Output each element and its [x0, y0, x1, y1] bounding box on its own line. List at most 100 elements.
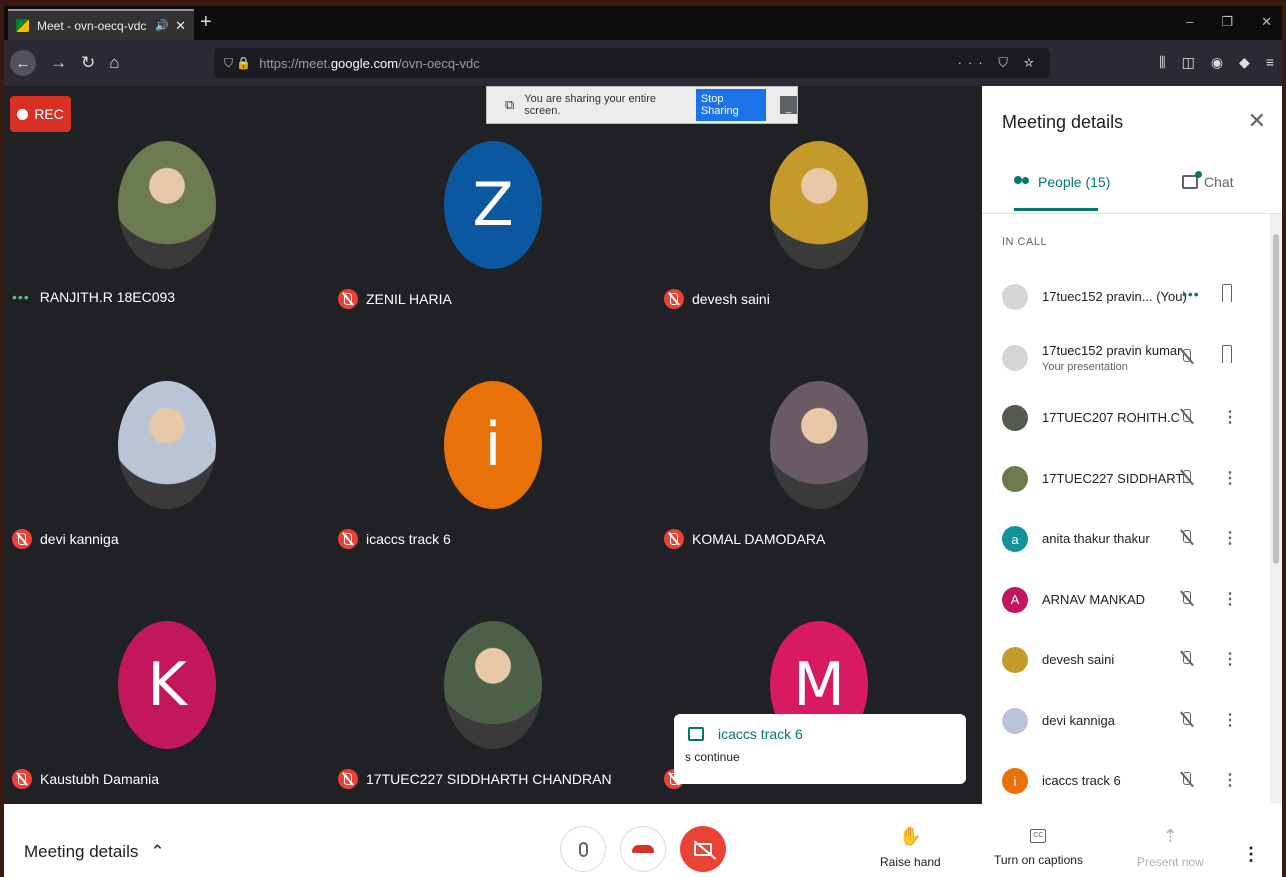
back-icon[interactable]: ← [10, 50, 36, 76]
meeting-details-label: Meeting details [24, 842, 139, 861]
muted-mic-icon[interactable] [1178, 468, 1196, 488]
muted-mic-icon [12, 529, 32, 549]
muted-mic-icon [338, 769, 358, 789]
raise-hand-button[interactable]: ✋ Raise hand [880, 826, 941, 869]
participant-row[interactable]: 17tuec152 pravin... (You) ••• [982, 266, 1268, 327]
participant-row[interactable]: i icaccs track 6 ⋮ [982, 750, 1268, 811]
library-icon[interactable]: ⫼ [1159, 54, 1165, 71]
tile-name: 17TUEC227 SIDDHARTH CHANDRAN [338, 769, 612, 789]
muted-mic-icon[interactable] [1178, 710, 1196, 730]
video-tile[interactable]: Z ZENIL HARIA [330, 86, 656, 326]
close-tab-icon[interactable]: ✕ [175, 18, 186, 34]
more-options-icon[interactable]: ⋮ [1222, 770, 1238, 790]
menu-icon[interactable]: ≡ [1266, 54, 1274, 71]
video-tile[interactable]: devesh saini [656, 86, 982, 326]
participant-avatar [1002, 647, 1028, 673]
video-tile[interactable]: i icaccs track 6 [330, 326, 656, 566]
leave-call-button[interactable] [620, 826, 666, 872]
participant-row[interactable]: 17tuec152 pravin kumar Your presentation [982, 327, 1268, 388]
more-options-icon[interactable]: ⋮ [1222, 528, 1238, 548]
captions-label: Turn on captions [994, 853, 1083, 867]
close-window-icon[interactable]: ✕ [1261, 14, 1272, 30]
tab-title: Meet - ovn-oecq-vdc [37, 18, 147, 33]
muted-mic-icon[interactable] [1178, 528, 1196, 548]
new-tab-icon[interactable]: + [200, 11, 212, 34]
video-tile[interactable]: devi kanniga [4, 326, 330, 566]
participant-row[interactable]: devi kanniga ⋮ [982, 690, 1268, 751]
meet-favicon-icon [16, 19, 29, 32]
minimize-icon[interactable]: – [1186, 14, 1193, 30]
address-bar[interactable]: ⛉ 🔒 https://meet. google.com/ovn-oecq-vdc… [214, 48, 1050, 78]
more-options-icon[interactable]: ⋮ [1242, 844, 1260, 865]
participant-avatar: i [1002, 768, 1028, 794]
more-options-icon[interactable]: ⋮ [1222, 589, 1238, 609]
toolbar-icons: ⫼ ◫ ◉ ◆ ≡ [1159, 54, 1274, 71]
more-options-icon[interactable]: ⋮ [1222, 468, 1238, 488]
present-icon: ⇡ [1162, 826, 1178, 846]
speaker-icon[interactable]: 🔊 [155, 19, 169, 32]
muted-mic-icon [338, 529, 358, 549]
shield-icon[interactable]: ⛉ 🔒 [224, 56, 251, 71]
camera-off-icon [694, 842, 712, 856]
speaking-indicator-icon: ••• [12, 289, 30, 305]
participant-name: 17tuec152 pravin... (You) [1042, 289, 1187, 304]
forward-icon[interactable]: → [50, 53, 67, 73]
muted-mic-icon[interactable] [1178, 770, 1196, 790]
url-prefix: https://meet. [259, 55, 331, 71]
extension-icon[interactable]: ◆ [1239, 54, 1250, 71]
speaking-indicator-icon: ••• [1182, 286, 1200, 302]
participant-row[interactable]: 17TUEC207 ROHITH.C ⋮ [982, 387, 1268, 448]
participant-avatar [1002, 284, 1028, 310]
nav-bar: ← → ↻ ⌂ ⛉ 🔒 https://meet. google.com/ovn-… [4, 40, 1282, 86]
page-actions-icon[interactable]: ··· ⛉ ☆ [958, 55, 1040, 71]
in-call-heading: IN CALL [1002, 236, 1048, 248]
reload-icon[interactable]: ↻ [81, 53, 95, 73]
browser-tab[interactable]: Meet - ovn-oecq-vdc 🔊 ✕ [8, 9, 194, 40]
toast-title: icaccs track 6 [718, 726, 803, 742]
chat-tab-icon [1182, 171, 1202, 189]
meeting-details-toggle[interactable]: Meeting details ⌃ [24, 842, 165, 862]
camera-button[interactable] [680, 826, 726, 872]
present-now-button[interactable]: ⇡ Present now [1137, 826, 1204, 869]
panel-scrollbar[interactable] [1270, 214, 1282, 804]
muted-mic-icon[interactable] [1178, 589, 1196, 609]
participant-avatar [1002, 405, 1028, 431]
toast-text: s continue [685, 750, 740, 764]
more-options-icon[interactable]: ⋮ [1222, 407, 1238, 427]
restore-icon[interactable]: ❐ [1221, 14, 1233, 30]
close-panel-icon[interactable]: ✕ [1248, 108, 1266, 134]
more-options-icon[interactable]: ⋮ [1222, 649, 1238, 669]
participant-avatar: A [1002, 586, 1028, 613]
participant-row[interactable]: A ARNAV MANKAD ⋮ [982, 569, 1268, 630]
muted-mic-icon[interactable] [1178, 407, 1196, 427]
video-tile[interactable]: ••• RANJITH.R 18EC093 [4, 86, 330, 326]
muted-mic-icon[interactable] [1178, 347, 1196, 367]
participant-avatar: K [118, 621, 216, 749]
participant-name: 17TUEC227 SIDDHART... [1042, 470, 1193, 486]
video-tile[interactable]: 17TUEC227 SIDDHARTH CHANDRAN [330, 566, 656, 806]
participant-avatar [1002, 707, 1028, 734]
tab-chat[interactable]: Chat [1182, 171, 1234, 190]
tab-people[interactable]: People (15) [1014, 174, 1110, 211]
tile-name: devesh saini [664, 289, 770, 309]
captions-button[interactable]: CC Turn on captions [994, 826, 1083, 867]
pin-icon[interactable] [1222, 284, 1232, 302]
video-tile[interactable]: K Kaustubh Damania [4, 566, 330, 806]
muted-mic-icon[interactable] [1178, 649, 1196, 669]
tile-name-label: ZENIL HARIA [366, 291, 452, 307]
more-options-icon[interactable]: ⋮ [1222, 710, 1238, 730]
microphone-button[interactable] [560, 826, 606, 872]
pin-icon[interactable] [1222, 344, 1232, 363]
home-icon[interactable]: ⌂ [109, 53, 119, 73]
video-tile[interactable]: KOMAL DAMODARA [656, 326, 982, 566]
chat-notification[interactable]: icaccs track 6 s continue [674, 714, 966, 784]
participant-name: 17TUEC207 ROHITH.C [1042, 410, 1180, 425]
tile-name-label: icaccs track 6 [366, 531, 451, 547]
tile-name-label: RANJITH.R 18EC093 [39, 289, 176, 305]
account-icon[interactable]: ◉ [1211, 54, 1223, 71]
participant-row[interactable]: devesh saini ⋮ [982, 629, 1268, 690]
sidebar-icon[interactable]: ◫ [1182, 54, 1195, 71]
participant-row[interactable]: 17TUEC227 SIDDHART... ⋮ [982, 448, 1268, 509]
participant-row[interactable]: a anita thakur thakur ⋮ [982, 508, 1268, 569]
window-controls: – ❐ ✕ [1186, 14, 1272, 30]
